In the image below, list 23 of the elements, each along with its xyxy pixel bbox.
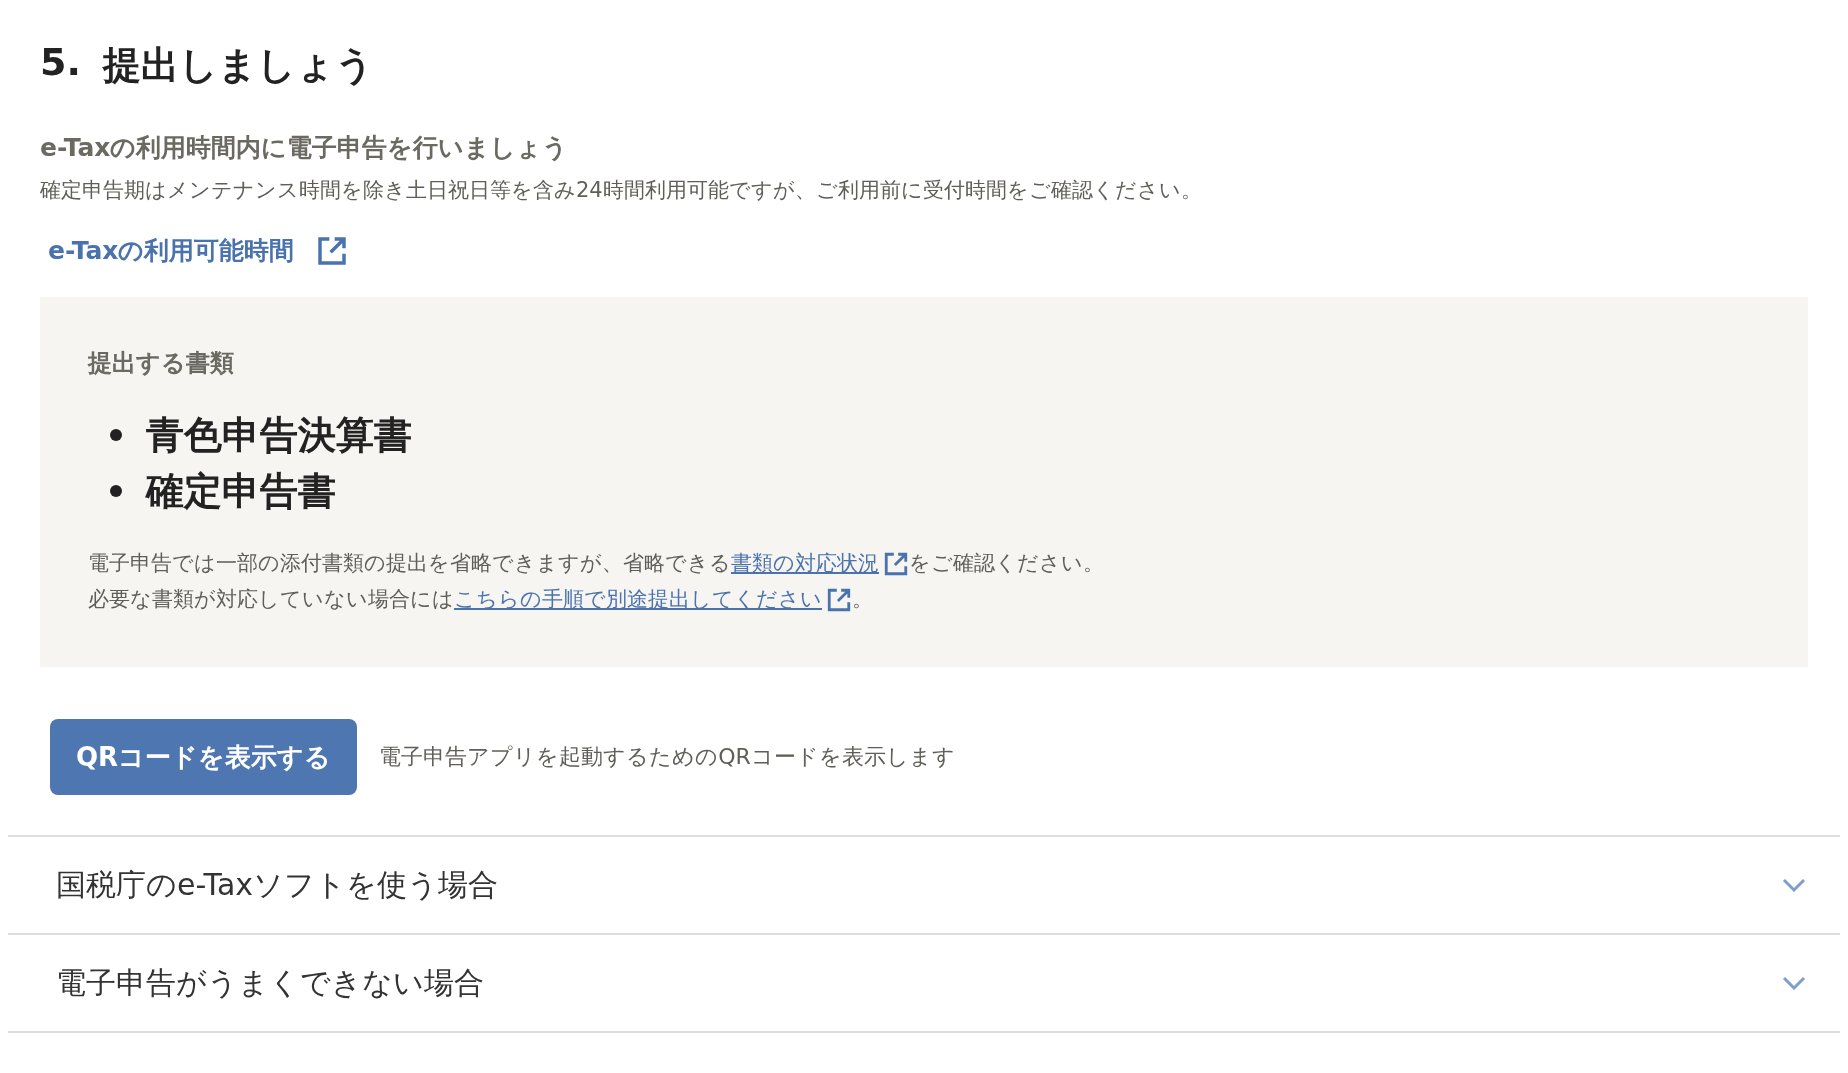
document-link[interactable]: 書類の対応状況	[731, 551, 909, 575]
chevron-icon	[1782, 976, 1806, 990]
accordion-header[interactable]: 国税庁のe-Taxソフトを使う場合	[8, 837, 1840, 935]
documents-heading: 提出する書類	[88, 348, 235, 379]
external-link-icon	[316, 234, 349, 267]
note-text: 必要な書類が対応していない場合には こちらの手順で別途提出してください 。	[88, 586, 874, 615]
availability-link[interactable]: e-Taxの利用可能時間	[48, 234, 349, 267]
qr-description: 電子申告アプリを起動するためのQRコードを表示します	[379, 743, 955, 771]
section-title: 提出しましょう	[102, 42, 374, 89]
note-text: 電子申告では一部の添付書類の提出を省略できますが、省略できる書類の対応状況 をご確認ください。	[88, 550, 1105, 579]
accordion-header[interactable]: 電子申告がうまくできない場合	[8, 935, 1840, 1033]
intro-text: 確定申告期はメンテナンス時間を除き土日祝日等を含み24時間利用可能ですが、ご利用前に受付時間をご確認ください。	[40, 177, 1203, 204]
external-link-icon	[883, 551, 909, 577]
document-name: 確定申告書	[146, 467, 336, 515]
external-link-icon	[826, 587, 852, 613]
chevron-icon	[1782, 878, 1806, 892]
subheading: e-Taxの利用時間内に電子申告を行いましょう	[40, 132, 570, 164]
document-name: 青色申告決算書	[146, 411, 412, 459]
section-number: 5.	[40, 40, 81, 86]
document-link[interactable]: こちらの手順で別途提出してください	[454, 587, 852, 611]
bullet-icon	[110, 485, 122, 497]
bullet-icon	[110, 429, 122, 441]
show-qr-button[interactable]: QRコードを表示する	[50, 719, 358, 795]
